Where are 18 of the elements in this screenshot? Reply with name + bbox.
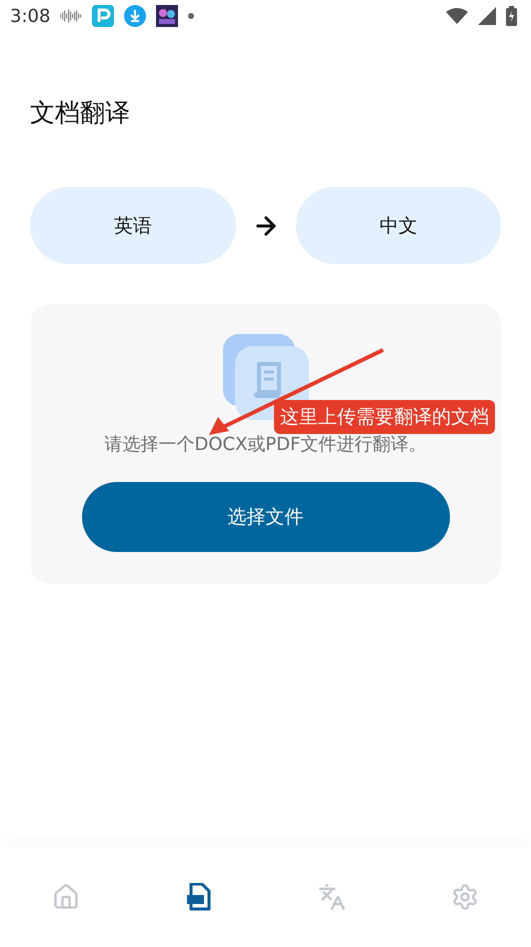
status-time: 3:08 (10, 6, 50, 26)
target-language-button[interactable]: 中文 (296, 187, 501, 264)
settings-icon (450, 883, 479, 911)
annotation-label: 这里上传需要翻译的文档 (274, 400, 495, 434)
page-title: 文档翻译 (30, 97, 131, 129)
sound-wave-icon (60, 9, 82, 23)
choose-file-button[interactable]: 选择文件 (82, 482, 450, 552)
upload-hint: 请选择一个DOCX或PDF文件进行翻译。 (104, 433, 426, 456)
document-icon (186, 883, 212, 911)
wifi-icon (446, 8, 468, 24)
dot-icon (188, 13, 194, 19)
source-language-button[interactable]: 英语 (30, 187, 236, 264)
signal-icon (478, 7, 496, 25)
battery-icon (506, 6, 517, 26)
download-icon (124, 5, 146, 27)
translate-icon (318, 883, 346, 911)
app-icon (92, 5, 114, 27)
home-icon (52, 883, 80, 911)
